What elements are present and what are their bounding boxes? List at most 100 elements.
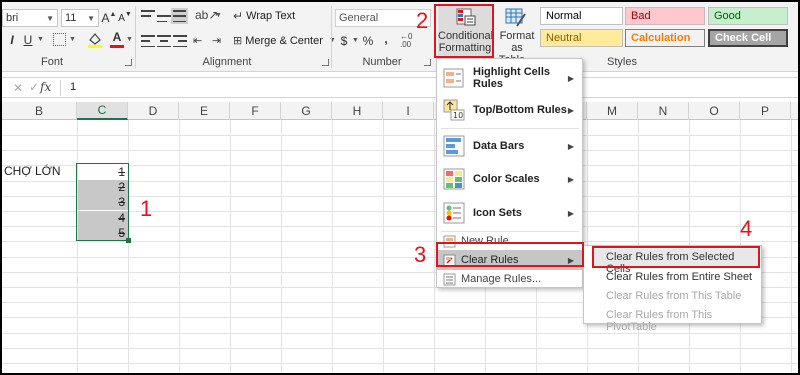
column-header-p[interactable]: P — [740, 102, 791, 120]
column-headers: BCDEFGHIJKLMNOP — [2, 102, 798, 120]
grid-vline — [383, 120, 384, 373]
fill-color-icon[interactable] — [86, 31, 104, 49]
menu-item-manage-rules[interactable]: Manage Rules... — [437, 270, 582, 288]
chevron-down-icon: ▼ — [126, 36, 133, 43]
increase-indent-icon[interactable]: ⇥ — [212, 34, 221, 47]
annotation-step-1: 1 — [140, 196, 153, 221]
font-color-icon[interactable]: A — [110, 30, 124, 48]
annotation-step-3: 3 — [414, 242, 427, 267]
font-size-combo[interactable]: 11 ▼ — [61, 9, 99, 27]
menu-item-label: Data Bars — [473, 140, 525, 152]
grid-vline — [434, 120, 435, 373]
column-header-i[interactable]: I — [383, 102, 434, 120]
chevron-right-icon: ▶ — [567, 141, 574, 151]
column-header-c[interactable]: C — [77, 102, 128, 120]
column-header-n[interactable]: N — [638, 102, 689, 120]
wrap-text-icon: ↵ — [233, 9, 244, 23]
column-header-e[interactable]: E — [179, 102, 230, 120]
grid-vline — [791, 120, 792, 373]
merge-center-button[interactable]: ⊞ Merge & Center ▼ — [233, 34, 336, 48]
styles-group-label: Styles — [607, 56, 637, 68]
align-middle-icon[interactable] — [157, 10, 171, 22]
divider — [331, 6, 332, 68]
column-header-f[interactable]: F — [230, 102, 281, 120]
grid-hline — [2, 363, 798, 364]
top-bottom-icon: 10 — [443, 99, 465, 121]
annotation-box-2 — [434, 4, 494, 58]
format-as-table-button[interactable]: Format as Table ▼ — [497, 6, 537, 66]
grid-hline — [2, 241, 798, 242]
increase-decimal-icon[interactable]: ←0.00 — [400, 33, 412, 49]
divider — [135, 6, 136, 68]
ribbon: bri ▼ 11 ▼ A ▲ A ▼ I U ▼ ▼ A ▼ Font ab↗ ▼ … — [2, 2, 798, 72]
menu-item-label: Icon Sets — [473, 207, 522, 219]
alignment-group-label: Alignment — [202, 56, 252, 68]
menu-item-label: Top/Bottom Rules — [473, 104, 567, 116]
grow-font-button[interactable]: A ▲ — [101, 8, 117, 28]
align-right-icon[interactable] — [173, 35, 187, 47]
fx-icon[interactable]: fx — [40, 80, 51, 94]
menu-item-highlight-cells-rules[interactable]: Highlight Cells Rules ▶ — [437, 62, 582, 94]
font-dialog-launcher[interactable] — [125, 59, 132, 66]
align-left-icon[interactable] — [141, 35, 155, 47]
cell-style-good[interactable]: Good — [708, 7, 788, 25]
chevron-down-icon: ▼ — [69, 36, 76, 43]
cell-b-text[interactable]: CHỢ LỚN — [4, 164, 61, 178]
merge-center-label: Merge & Center — [245, 34, 323, 47]
formula-input[interactable]: 1 — [70, 81, 76, 93]
currency-button[interactable]: $ — [337, 31, 351, 51]
alignment-dialog-launcher[interactable] — [322, 59, 329, 66]
menu-item-label: Color Scales — [473, 173, 540, 185]
align-center-icon[interactable] — [157, 35, 171, 47]
annotation-step-2: 2 — [416, 8, 429, 33]
cell-style-normal[interactable]: Normal — [540, 7, 623, 25]
svg-text:10: 10 — [453, 111, 463, 120]
enter-entry-icon[interactable]: ✓ — [29, 80, 39, 94]
percent-button[interactable]: % — [361, 31, 375, 51]
grid-vline — [77, 120, 78, 373]
selection-range — [76, 163, 129, 241]
font-name-combo[interactable]: bri ▼ — [2, 9, 58, 27]
cancel-entry-icon[interactable]: ✕ — [13, 81, 23, 95]
underline-button[interactable]: U — [22, 30, 34, 50]
column-header-d[interactable]: D — [128, 102, 179, 120]
column-header-b[interactable]: B — [2, 102, 77, 120]
borders-icon[interactable] — [53, 33, 66, 46]
fat-label-line1: Format as — [499, 30, 535, 54]
divider — [441, 128, 579, 129]
menu-item-top-bottom-rules[interactable]: 10 Top/Bottom Rules ▶ — [437, 94, 582, 126]
font-name-value: bri — [6, 12, 19, 24]
fill-handle[interactable] — [126, 238, 131, 243]
chevron-down-icon: ▼ — [328, 37, 336, 44]
decrease-indent-icon[interactable]: ⇤ — [193, 34, 202, 47]
menu-item-icon-sets[interactable]: Icon Sets ▶ — [437, 196, 582, 230]
grid-vline — [281, 120, 282, 373]
format-as-table-icon — [505, 8, 527, 28]
comma-label: , — [384, 32, 388, 46]
cell-style-neutral[interactable]: Neutral — [540, 29, 623, 47]
grow-font-label: A — [101, 11, 110, 25]
chevron-right-icon: ▶ — [567, 174, 574, 184]
cell-style-check-cell[interactable]: Check Cell — [708, 29, 788, 47]
annotation-step-4: 4 — [740, 216, 753, 241]
merge-icon: ⊞ — [233, 35, 243, 47]
grid-vline — [230, 120, 231, 373]
wrap-text-button[interactable]: ↵ Wrap Text — [233, 9, 295, 23]
align-top-icon[interactable] — [141, 10, 155, 22]
cell-style-bad[interactable]: Bad — [625, 7, 705, 25]
column-header-o[interactable]: O — [689, 102, 740, 120]
column-header-m[interactable]: M — [587, 102, 638, 120]
number-group-label: Number — [362, 56, 402, 68]
number-dialog-launcher[interactable] — [424, 59, 431, 66]
column-header-h[interactable]: H — [332, 102, 383, 120]
menu-item-color-scales[interactable]: Color Scales ▶ — [437, 162, 582, 196]
submenu-item-entire-sheet[interactable]: Clear Rules from Entire Sheet — [606, 271, 752, 283]
align-bottom-icon[interactable] — [171, 8, 188, 24]
shrink-font-button[interactable]: A ▼ — [118, 8, 132, 28]
cell-style-calculation[interactable]: Calculation — [625, 29, 705, 47]
menu-item-data-bars[interactable]: Data Bars ▶ — [437, 130, 582, 162]
grid-vline — [332, 120, 333, 373]
column-header-g[interactable]: G — [281, 102, 332, 120]
italic-button[interactable]: I — [6, 30, 18, 50]
comma-button[interactable]: , — [381, 29, 391, 49]
